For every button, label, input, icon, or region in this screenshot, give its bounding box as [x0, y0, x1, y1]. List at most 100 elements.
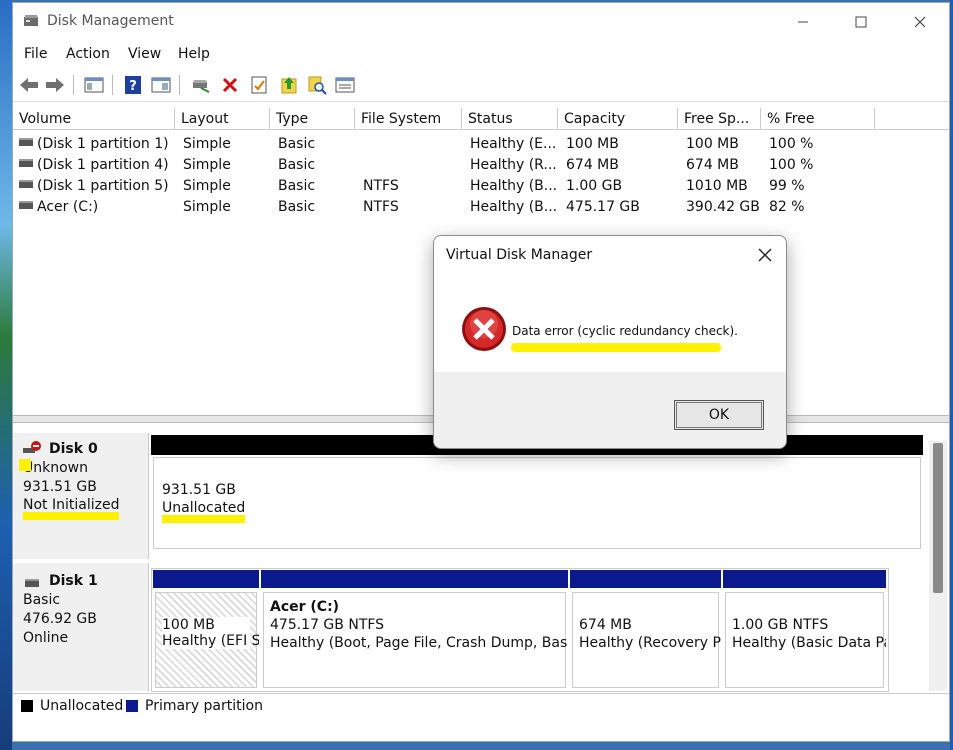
partition-header-bar	[570, 570, 721, 588]
maximize-button[interactable]	[838, 7, 884, 37]
disk1-partition-efi[interactable]: 100 MB Healthy (EFI S	[153, 570, 259, 690]
minimize-icon	[798, 21, 808, 23]
disk0-unallocated-partition[interactable]: 931.51 GB Unallocated	[151, 435, 923, 551]
close-icon	[914, 16, 926, 28]
disk-error-icon	[23, 441, 41, 453]
menu-file[interactable]: File	[24, 46, 47, 62]
percent-free-cell: 99 %	[769, 178, 805, 194]
disk1-size: 476.92 GB	[23, 611, 97, 627]
partition-label: Unallocated	[162, 501, 246, 523]
volume-cell: (Disk 1 partition 5)	[19, 178, 169, 194]
legend-label-unallocated: Unallocated	[40, 698, 124, 714]
toolbar: ?	[13, 69, 949, 102]
help-icon[interactable]: ?	[123, 75, 143, 95]
column-header-type[interactable]: Type	[270, 108, 355, 130]
capacity-cell: 1.00 GB	[566, 178, 623, 194]
highlight-mark	[19, 459, 31, 471]
toolbar-separator	[112, 75, 113, 95]
free-space-cell: 1010 MB	[686, 178, 748, 194]
partition-body: 1.00 GB NTFS Healthy (Basic Data Pa	[725, 592, 886, 688]
volume-cell: (Disk 1 partition 1)	[19, 136, 169, 152]
partition-title: Acer (C:)	[270, 599, 340, 615]
disk-icon	[25, 579, 39, 587]
check-icon[interactable]	[249, 75, 269, 95]
volume-cell: Acer (C:)	[19, 199, 98, 215]
volume-icon	[19, 138, 33, 146]
virtual-disk-manager-dialog: Virtual Disk Manager Data error (cyclic …	[433, 235, 787, 449]
minimize-button[interactable]	[780, 7, 826, 37]
file-system-cell: NTFS	[363, 178, 399, 194]
column-header-status[interactable]: Status	[462, 108, 558, 130]
column-header-percent-free[interactable]: % Free	[761, 108, 875, 130]
partition-body: 674 MB Healthy (Recovery P	[572, 592, 721, 688]
legend-label-primary: Primary partition	[145, 698, 263, 714]
forward-icon[interactable]	[45, 75, 65, 95]
disk0-status: Not Initialized	[23, 498, 120, 520]
disk-view-scrollbar[interactable]	[929, 441, 947, 691]
highlight-underline	[511, 343, 721, 352]
window-title: Disk Management	[47, 13, 174, 29]
disk-management-app-icon	[24, 15, 38, 26]
menu-bar: File Action View Help	[13, 41, 949, 69]
disk0-label-panel[interactable]: Disk 0 Unknown 931.51 GB Not Initialized	[13, 433, 149, 559]
partition-size: 931.51 GB	[162, 482, 236, 498]
menu-help[interactable]: Help	[178, 46, 210, 62]
percent-free-cell: 100 %	[769, 157, 814, 173]
disk1-partition-c[interactable]: Acer (C:) 475.17 GB NTFS Healthy (Boot, …	[261, 570, 568, 690]
partition-size: 475.17 GB NTFS	[270, 617, 385, 633]
disk1-label-panel[interactable]: Disk 1 Basic 476.92 GB Online	[13, 563, 149, 691]
connect-disk-icon[interactable]	[191, 75, 211, 95]
capacity-cell: 475.17 GB	[566, 199, 640, 215]
properties-icon[interactable]	[151, 75, 171, 95]
disk1-partition-recovery[interactable]: 674 MB Healthy (Recovery P	[570, 570, 721, 690]
disk1-status: Online	[23, 630, 69, 646]
status-cell: Healthy (B...	[470, 199, 556, 215]
layout-cell: Simple	[183, 136, 231, 152]
menu-action[interactable]: Action	[66, 46, 110, 62]
column-header-layout[interactable]: Layout	[175, 108, 270, 130]
title-bar: Disk Management	[13, 3, 949, 41]
legend-swatch-primary	[126, 700, 138, 712]
type-cell: Basic	[278, 199, 316, 215]
column-header-free-space[interactable]: Free Sp...	[678, 108, 761, 130]
disk1-partition-area: 100 MB Healthy (EFI S Acer (C:) 475.17 G…	[151, 568, 889, 692]
free-space-cell: 390.42 GB	[686, 199, 760, 215]
capacity-cell: 100 MB	[566, 136, 619, 152]
column-header-volume[interactable]: Volume	[13, 108, 175, 130]
close-button[interactable]	[897, 7, 943, 37]
column-header-capacity[interactable]: Capacity	[558, 108, 678, 130]
status-cell: Healthy (R...	[470, 157, 556, 173]
volume-icon	[19, 201, 33, 209]
legend-swatch-unallocated	[21, 700, 33, 712]
scrollbar-thumb[interactable]	[933, 443, 943, 593]
column-header-file-system[interactable]: File System	[355, 108, 462, 130]
close-icon	[758, 248, 772, 262]
legend: Unallocated Primary partition	[13, 693, 949, 720]
partition-size: 100 MB	[162, 617, 250, 633]
partition-status: Healthy (Boot, Page File, Crash Dump, Ba…	[270, 635, 568, 651]
file-system-cell: NTFS	[363, 199, 399, 215]
desktop-background	[0, 0, 12, 750]
search-icon[interactable]	[307, 75, 327, 95]
free-space-cell: 100 MB	[686, 136, 739, 152]
partition-status: Healthy (EFI S	[162, 633, 259, 649]
back-icon[interactable]	[19, 75, 39, 95]
partition-header-bar	[153, 570, 259, 588]
layout-cell: Simple	[183, 178, 231, 194]
partition-header-bar	[723, 570, 886, 588]
disk1-name: Disk 1	[49, 573, 98, 589]
disk1-partition-basic-data[interactable]: 1.00 GB NTFS Healthy (Basic Data Pa	[723, 570, 886, 690]
menu-view[interactable]: View	[128, 46, 161, 62]
delete-icon[interactable]	[220, 75, 240, 95]
list-view-icon[interactable]	[335, 75, 355, 95]
column-header-empty	[875, 108, 949, 130]
dialog-close-button[interactable]	[754, 244, 776, 266]
layout-cell: Simple	[183, 157, 231, 173]
partition-size: 1.00 GB NTFS	[732, 617, 829, 633]
ok-button[interactable]: OK	[674, 400, 764, 430]
up-icon[interactable]	[279, 75, 299, 95]
layout-cell: Simple	[183, 199, 231, 215]
show-hide-console-tree-icon[interactable]	[84, 75, 104, 95]
partition-status: Healthy (Basic Data Pa	[732, 635, 886, 651]
percent-free-cell: 82 %	[769, 199, 805, 215]
